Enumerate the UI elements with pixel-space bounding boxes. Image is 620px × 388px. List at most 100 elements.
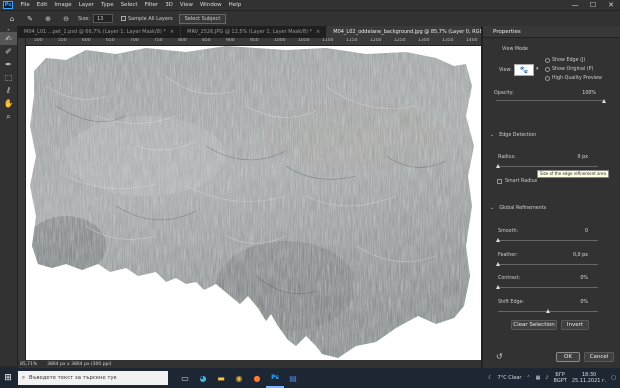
global-refinements-section[interactable]: ⌄ Global Refinements: [490, 205, 546, 211]
minimize-button[interactable]: —: [566, 0, 584, 10]
taskbar-search[interactable]: ⌕ Въведете текст за търсене тук: [18, 371, 168, 385]
tab-document-2[interactable]: MRV_2526.JPG @ 12,5% (Layer 1, Layer Mas…: [181, 26, 328, 38]
menu-help[interactable]: Help: [225, 2, 245, 8]
photoshop-logo[interactable]: Ps: [3, 1, 13, 9]
menu-filter[interactable]: Filter: [141, 2, 162, 8]
menu-3d[interactable]: 3D: [162, 2, 177, 8]
menu-select[interactable]: Select: [117, 2, 141, 8]
task-view-icon[interactable]: ▭: [176, 368, 194, 388]
feather-label: Feather:: [498, 253, 518, 258]
contrast-slider-thumb[interactable]: [496, 285, 500, 289]
contrast-slider[interactable]: [498, 287, 598, 288]
radius-value[interactable]: 0 px: [566, 155, 588, 160]
search-placeholder: Въведете текст за търсене тук: [28, 375, 117, 381]
opacity-slider[interactable]: [496, 100, 604, 101]
smart-radius-checkbox[interactable]: [497, 179, 502, 184]
refine-edge-brush-icon[interactable]: ✐: [0, 45, 17, 58]
radius-slider[interactable]: [498, 166, 598, 167]
document-tabs: M04_L01 ...pet_1.psd @ 66,7% (Layer 1, L…: [18, 26, 512, 38]
show-edge-label: Show Edge (J): [552, 58, 586, 63]
document-info: 3864 px x 3864 px (300 ppi): [47, 361, 112, 367]
opacity-slider-thumb[interactable]: [601, 99, 606, 103]
firefox-icon[interactable]: ●: [248, 368, 266, 388]
ruler-tick: 900: [226, 38, 235, 43]
document-canvas[interactable]: [26, 46, 481, 360]
word-icon[interactable]: ▤: [284, 368, 302, 388]
brush-tool-icon[interactable]: ✎: [24, 14, 36, 24]
file-explorer-icon[interactable]: ▬: [212, 368, 230, 388]
menu-image[interactable]: Image: [51, 2, 75, 8]
feather-slider[interactable]: [498, 264, 598, 265]
invert-button[interactable]: Invert: [561, 320, 589, 330]
windows-start-icon[interactable]: ⊞: [0, 368, 16, 388]
opacity-value[interactable]: 100%: [574, 91, 596, 96]
ruler-tick: 700: [130, 38, 139, 43]
ok-button[interactable]: OK: [556, 352, 580, 362]
menu-type[interactable]: Type: [97, 2, 117, 8]
brush-tool-icon[interactable]: ✒: [0, 58, 17, 71]
menu-view[interactable]: View: [176, 2, 196, 8]
contrast-label: Contrast:: [498, 276, 521, 281]
tab-close-icon[interactable]: ×: [316, 26, 320, 38]
contrast-value[interactable]: 0%: [566, 276, 588, 281]
select-subject-button[interactable]: Select Subject: [178, 13, 227, 24]
edge-icon[interactable]: ◕: [194, 368, 212, 388]
hand-tool-icon[interactable]: ✋: [0, 97, 17, 110]
chevron-up-icon[interactable]: ⌃: [526, 375, 530, 381]
view-mode-heading: View Mode: [502, 47, 528, 52]
high-quality-checkbox[interactable]: [545, 76, 550, 81]
menu-window[interactable]: Window: [196, 2, 225, 8]
tab-document-1[interactable]: M04_L01 ...pet_1.psd @ 66,7% (Layer 1, L…: [18, 26, 182, 38]
close-button[interactable]: ✕: [602, 0, 620, 10]
size-input[interactable]: 13: [92, 14, 113, 23]
taskbar-clock[interactable]: 18:30 25.11.2021 г.: [572, 372, 606, 385]
smooth-slider[interactable]: [498, 240, 598, 241]
ruler-vertical: [18, 38, 26, 360]
view-mode-thumbnail[interactable]: 🐾: [514, 64, 534, 76]
quick-selection-tool-icon[interactable]: ✍: [0, 32, 17, 45]
network-icon[interactable]: ▦: [536, 375, 541, 381]
radius-slider-thumb[interactable]: [495, 164, 500, 168]
zoom-level[interactable]: 85,71%: [20, 362, 37, 367]
notifications-icon[interactable]: ▢: [611, 375, 616, 381]
tab-close-icon[interactable]: ×: [170, 26, 174, 38]
lasso-tool-icon[interactable]: ℓ: [0, 84, 17, 97]
subtract-brush-icon[interactable]: ⊖: [60, 14, 72, 24]
ruler-tick: 1400: [466, 38, 478, 43]
show-original-checkbox[interactable]: [545, 67, 550, 72]
sample-all-layers-checkbox[interactable]: [120, 16, 126, 21]
shift-edge-label: Shift Edge:: [498, 300, 525, 305]
object-selection-tool-icon[interactable]: ⬚: [0, 71, 17, 84]
clear-selection-button[interactable]: Clear Selection: [511, 320, 557, 330]
chevron-down-icon[interactable]: ▾: [536, 66, 539, 72]
home-icon[interactable]: ⌂: [6, 14, 18, 24]
show-edge-checkbox[interactable]: [545, 58, 550, 63]
menu-edit[interactable]: Edit: [33, 2, 51, 8]
tab-label: M04_L02_oddelane_background.jpg @ 85,7% …: [333, 29, 497, 35]
ruler-horizontal: 500 550 600 650 700 750 800 850 900 950 …: [26, 38, 481, 46]
feather-value[interactable]: 0,0 px: [566, 253, 588, 258]
smooth-slider-thumb[interactable]: [496, 238, 500, 242]
volume-icon[interactable]: ♪: [545, 375, 548, 381]
photoshop-taskbar-icon[interactable]: Ps: [266, 368, 284, 388]
chrome-icon[interactable]: ◉: [230, 368, 248, 388]
reset-icon[interactable]: ↺: [496, 352, 503, 361]
edge-detection-section[interactable]: ⌄ Edge Detection: [490, 132, 536, 138]
ruler-tick: 1350: [442, 38, 454, 43]
smooth-value[interactable]: 0: [566, 229, 588, 234]
clock-date: 25.11.2021 г.: [571, 378, 607, 384]
cancel-button[interactable]: Cancel: [584, 352, 614, 362]
ruler-tick: 500: [34, 38, 43, 43]
add-brush-icon[interactable]: ⊕: [42, 14, 54, 24]
menu-file[interactable]: File: [17, 2, 33, 8]
feather-slider-thumb[interactable]: [496, 262, 500, 266]
maximize-button[interactable]: ☐: [584, 0, 602, 10]
language-indicator[interactable]: БГР BGPT: [554, 372, 567, 385]
zoom-tool-icon[interactable]: ⌕: [0, 110, 17, 123]
shift-edge-value[interactable]: 0%: [566, 300, 588, 305]
ruler-tick: 1050: [298, 38, 310, 43]
menu-layer[interactable]: Layer: [75, 2, 97, 8]
shift-edge-slider-thumb[interactable]: [546, 309, 550, 313]
fur-image: [30, 46, 474, 358]
weather-text[interactable]: 7°C Clear: [498, 375, 522, 381]
